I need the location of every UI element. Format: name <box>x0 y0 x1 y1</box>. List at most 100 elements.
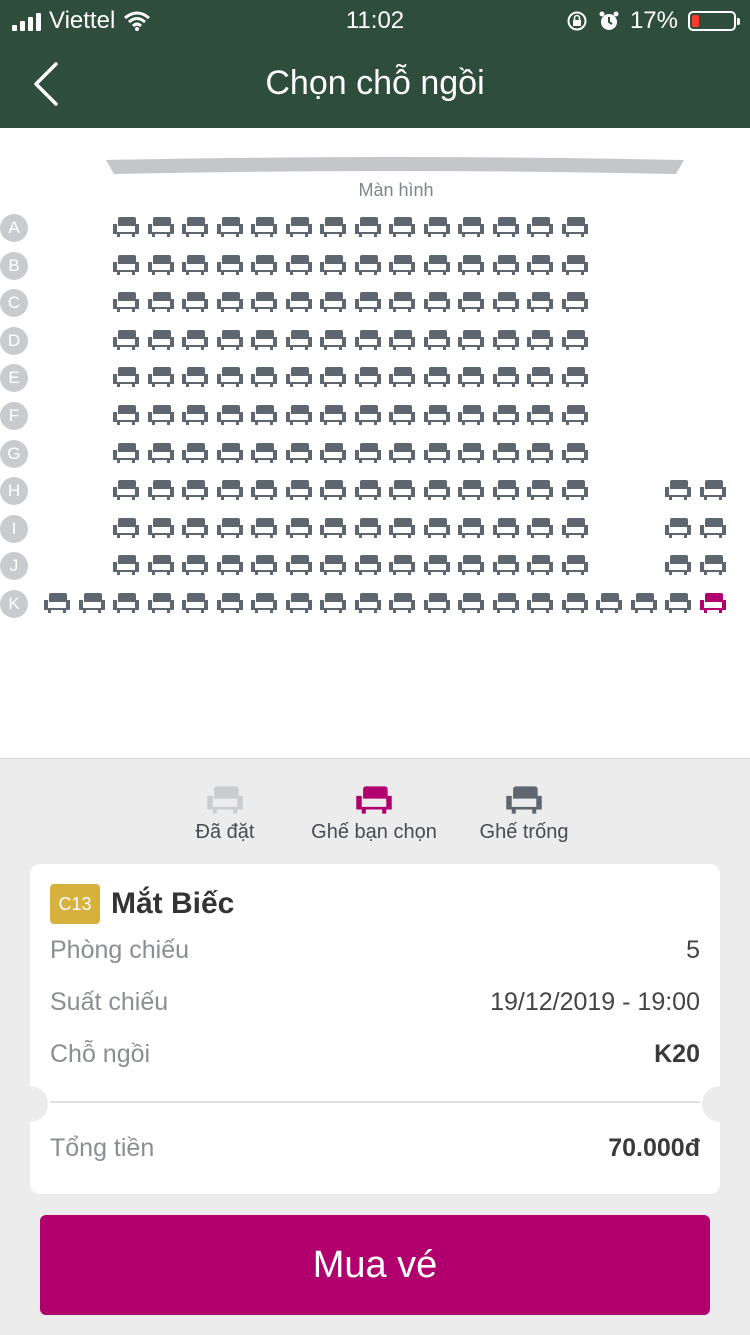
seat-e13[interactable] <box>458 366 484 388</box>
seat-d3[interactable] <box>113 329 139 351</box>
seat-j9[interactable] <box>320 554 346 576</box>
seat-k2[interactable] <box>78 592 105 614</box>
seat-a5[interactable] <box>182 216 208 238</box>
seat-h10[interactable] <box>354 479 381 501</box>
seat-b13[interactable] <box>458 254 484 276</box>
seat-h3[interactable] <box>113 479 139 501</box>
seat-i13[interactable] <box>458 517 484 539</box>
seat-j16[interactable] <box>561 554 588 576</box>
seat-e4[interactable] <box>147 366 174 388</box>
seat-f4[interactable] <box>147 404 174 426</box>
seat-a4[interactable] <box>147 216 174 238</box>
seat-i10[interactable] <box>354 517 381 539</box>
seat-e6[interactable] <box>216 366 243 388</box>
seat-k7[interactable] <box>251 592 277 614</box>
seat-h8[interactable] <box>285 479 312 501</box>
seat-g14[interactable] <box>492 442 519 464</box>
seat-e7[interactable] <box>251 366 277 388</box>
seat-c12[interactable] <box>423 291 450 313</box>
seat-g6[interactable] <box>216 442 243 464</box>
seat-j8[interactable] <box>285 554 312 576</box>
seat-f13[interactable] <box>458 404 484 426</box>
seat-f9[interactable] <box>320 404 346 426</box>
seat-k9[interactable] <box>320 592 346 614</box>
seat-a16[interactable] <box>561 216 588 238</box>
seat-k18[interactable] <box>630 592 657 614</box>
seat-a15[interactable] <box>527 216 553 238</box>
seat-g16[interactable] <box>561 442 588 464</box>
seat-h5[interactable] <box>182 479 208 501</box>
seat-i5[interactable] <box>182 517 208 539</box>
seat-b9[interactable] <box>320 254 346 276</box>
seat-f14[interactable] <box>492 404 519 426</box>
seat-j3[interactable] <box>113 554 139 576</box>
seat-d7[interactable] <box>251 329 277 351</box>
seat-d14[interactable] <box>492 329 519 351</box>
seat-b8[interactable] <box>285 254 312 276</box>
seat-j12[interactable] <box>423 554 450 576</box>
seat-c11[interactable] <box>389 291 415 313</box>
seat-g9[interactable] <box>320 442 346 464</box>
seat-g4[interactable] <box>147 442 174 464</box>
seat-b11[interactable] <box>389 254 415 276</box>
seat-b14[interactable] <box>492 254 519 276</box>
seat-f5[interactable] <box>182 404 208 426</box>
seat-c4[interactable] <box>147 291 174 313</box>
seat-k3[interactable] <box>113 592 139 614</box>
seat-a14[interactable] <box>492 216 519 238</box>
seat-d8[interactable] <box>285 329 312 351</box>
seat-j15[interactable] <box>527 554 553 576</box>
seat-k20[interactable] <box>699 592 726 614</box>
seat-d13[interactable] <box>458 329 484 351</box>
seat-i14[interactable] <box>492 517 519 539</box>
buy-ticket-button[interactable]: Mua vé <box>40 1215 710 1315</box>
seat-g8[interactable] <box>285 442 312 464</box>
seat-e11[interactable] <box>389 366 415 388</box>
seat-g7[interactable] <box>251 442 277 464</box>
seat-h4[interactable] <box>147 479 174 501</box>
seat-k11[interactable] <box>389 592 415 614</box>
seat-d10[interactable] <box>354 329 381 351</box>
seat-j5[interactable] <box>182 554 208 576</box>
seat-g3[interactable] <box>113 442 139 464</box>
seat-d12[interactable] <box>423 329 450 351</box>
seat-c9[interactable] <box>320 291 346 313</box>
seat-k14[interactable] <box>492 592 519 614</box>
seat-i11[interactable] <box>389 517 415 539</box>
seat-a9[interactable] <box>320 216 346 238</box>
seat-d9[interactable] <box>320 329 346 351</box>
seat-d15[interactable] <box>527 329 553 351</box>
seat-i7[interactable] <box>251 517 277 539</box>
seat-k19[interactable] <box>665 592 691 614</box>
seat-h7[interactable] <box>251 479 277 501</box>
seat-h16[interactable] <box>561 479 588 501</box>
seat-j10[interactable] <box>354 554 381 576</box>
seat-e16[interactable] <box>561 366 588 388</box>
seat-b10[interactable] <box>354 254 381 276</box>
seat-b15[interactable] <box>527 254 553 276</box>
seat-k16[interactable] <box>561 592 588 614</box>
seat-b16[interactable] <box>561 254 588 276</box>
seat-h11[interactable] <box>389 479 415 501</box>
seat-g5[interactable] <box>182 442 208 464</box>
seat-h13[interactable] <box>458 479 484 501</box>
seat-c10[interactable] <box>354 291 381 313</box>
seat-i15[interactable] <box>527 517 553 539</box>
seat-i12[interactable] <box>423 517 450 539</box>
seat-j6[interactable] <box>216 554 243 576</box>
seat-c15[interactable] <box>527 291 553 313</box>
seat-j7[interactable] <box>251 554 277 576</box>
seat-g11[interactable] <box>389 442 415 464</box>
seat-i19[interactable] <box>665 517 691 539</box>
seat-f6[interactable] <box>216 404 243 426</box>
seat-j11[interactable] <box>389 554 415 576</box>
seat-i20[interactable] <box>699 517 726 539</box>
seat-e10[interactable] <box>354 366 381 388</box>
seat-b3[interactable] <box>113 254 139 276</box>
seat-i8[interactable] <box>285 517 312 539</box>
seat-f8[interactable] <box>285 404 312 426</box>
seat-a13[interactable] <box>458 216 484 238</box>
seat-h15[interactable] <box>527 479 553 501</box>
seat-e5[interactable] <box>182 366 208 388</box>
seat-f7[interactable] <box>251 404 277 426</box>
